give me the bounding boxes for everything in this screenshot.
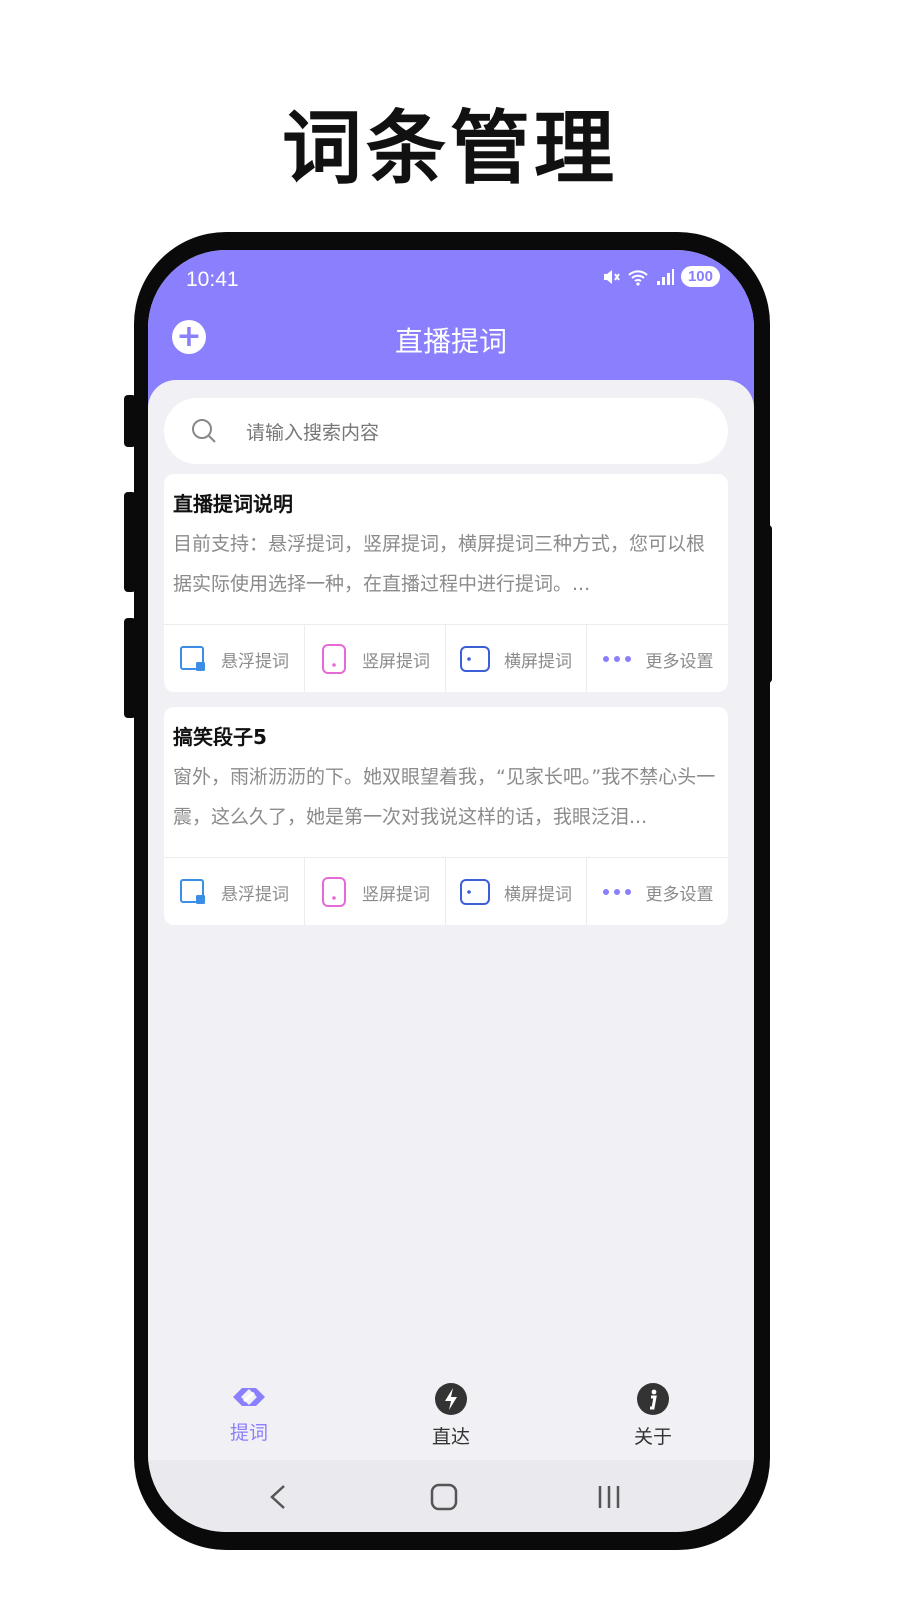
system-navigation-bar [148,1460,754,1532]
entry-title: 搞笑段子5 [173,725,267,749]
bottom-nav: 提词 直达 关于 [148,1368,754,1468]
landscape-phone-icon [460,879,490,905]
action-label: 更多设置 [645,651,714,672]
status-time: 10:41 [186,268,239,291]
landscape-prompt-button[interactable]: 横屏提词 [446,625,587,692]
action-label: 悬浮提词 [221,884,289,905]
signal-icon [656,268,674,285]
more-settings-button[interactable]: 更多设置 [587,625,728,692]
more-settings-button[interactable]: 更多设置 [587,858,728,925]
portrait-prompt-button[interactable]: 竖屏提词 [305,858,446,925]
entry-preview: 窗外，雨淅沥沥的下。她双眼望着我，“见家长吧。”我不禁心头一震，这么久了，她是第… [173,766,716,828]
action-label: 悬浮提词 [221,651,289,672]
phone-screen: 10:41 100 + 直播提词 请输入搜索内容 直播提词说明 目前支持：悬浮提… [148,250,754,1532]
recents-nav-icon[interactable] [594,1482,624,1512]
float-prompt-button[interactable]: 悬浮提词 [164,858,305,925]
entry-actions: 悬浮提词 竖屏提词 横屏提词 更多设置 [164,857,728,925]
float-window-icon [180,879,205,904]
search-placeholder: 请输入搜索内容 [246,421,380,444]
battery-indicator: 100 [680,266,720,287]
float-window-icon [180,646,205,671]
back-nav-icon[interactable] [266,1482,290,1512]
landscape-prompt-button[interactable]: 横屏提词 [446,858,587,925]
app-title: 直播提词 [394,325,507,358]
nav-label: 提词 [229,1422,268,1444]
nav-tab-direct[interactable]: 直达 [350,1368,552,1468]
search-icon [192,419,216,443]
nav-tab-about[interactable]: 关于 [552,1368,754,1468]
nav-label: 关于 [633,1426,672,1448]
wifi-icon [628,269,648,286]
search-input[interactable]: 请输入搜索内容 [164,398,728,464]
nav-tab-prompt[interactable]: 提词 [148,1368,350,1468]
action-label: 横屏提词 [504,884,572,905]
nav-label: 直达 [431,1426,470,1448]
more-dots-icon [602,656,631,662]
content-area: 请输入搜索内容 直播提词说明 目前支持：悬浮提词，竖屏提词，横屏提词三种方式，您… [148,380,754,1380]
float-prompt-button[interactable]: 悬浮提词 [164,625,305,692]
prompt-icon [233,1388,265,1406]
status-icons: 100 [601,266,720,287]
portrait-prompt-button[interactable]: 竖屏提词 [305,625,446,692]
entry-actions: 悬浮提词 竖屏提词 横屏提词 更多设置 [164,624,728,692]
info-icon [637,1383,669,1415]
landscape-phone-icon [460,646,490,672]
action-label: 更多设置 [645,884,714,905]
action-label: 竖屏提词 [362,884,430,905]
home-nav-icon[interactable] [429,1482,459,1512]
action-label: 竖屏提词 [362,651,430,672]
portrait-phone-icon [322,644,346,674]
entry-card[interactable]: 直播提词说明 目前支持：悬浮提词，竖屏提词，横屏提词三种方式，您可以根据实际使用… [164,474,728,692]
more-dots-icon [602,889,631,895]
portrait-phone-icon [322,877,346,907]
lightning-icon [435,1383,467,1415]
page-headline: 词条管理 [282,102,618,195]
action-label: 横屏提词 [504,651,572,672]
entry-preview: 目前支持：悬浮提词，竖屏提词，横屏提词三种方式，您可以根据实际使用选择一种，在直… [173,533,706,595]
entry-title: 直播提词说明 [173,492,293,516]
entry-card[interactable]: 搞笑段子5 窗外，雨淅沥沥的下。她双眼望着我，“见家长吧。”我不禁心头一震，这么… [164,707,728,925]
mute-icon [603,269,620,284]
